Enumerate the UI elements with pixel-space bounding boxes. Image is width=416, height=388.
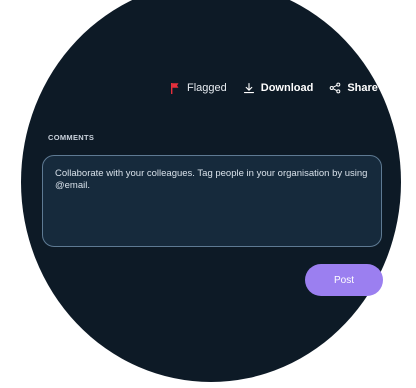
flag-icon [169, 82, 181, 94]
flagged-label: Flagged [187, 82, 227, 94]
download-icon [243, 82, 255, 94]
share-button[interactable]: Share [329, 82, 378, 94]
comment-input[interactable] [55, 168, 369, 234]
screen: Flagged Download Share COMMENTS Collabor… [0, 0, 416, 388]
comment-input-wrapper [42, 155, 382, 247]
content-layer: Flagged Download Share COMMENTS Collabor… [0, 0, 416, 388]
flagged-button[interactable]: Flagged [169, 82, 227, 94]
share-label: Share [347, 82, 378, 94]
download-label: Download [260, 82, 314, 94]
post-button[interactable]: Post [305, 264, 383, 296]
share-icon [329, 82, 341, 94]
document-toolbar: Flagged Download Share [169, 80, 378, 96]
comments-heading: COMMENTS [48, 133, 95, 142]
download-button[interactable]: Download [243, 82, 314, 94]
